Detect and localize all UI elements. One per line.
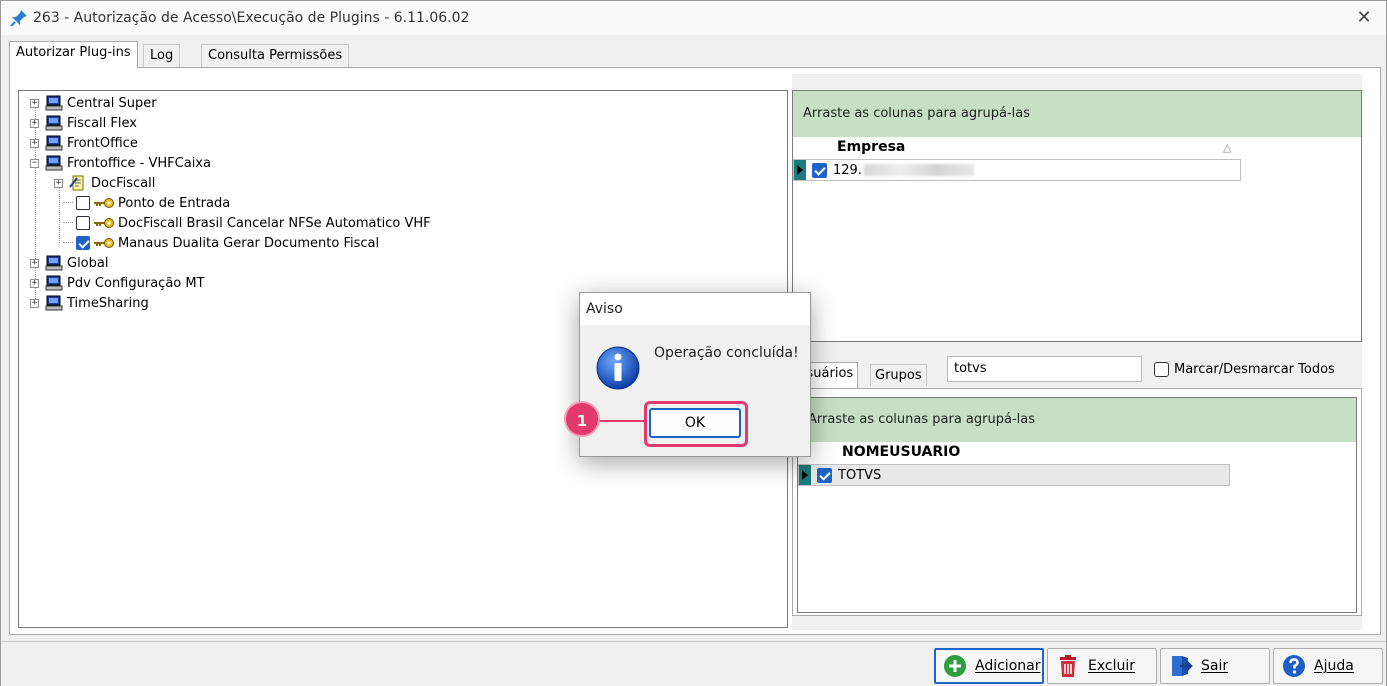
toggle-all-label: Marcar/Desmarcar Todos bbox=[1174, 362, 1335, 377]
trash-icon bbox=[1060, 655, 1076, 677]
tree-item-frontoffice-vhfcaixa[interactable]: − Frontoffice - VHFCaixa bbox=[30, 153, 211, 173]
tree-item-label: Central Super bbox=[67, 95, 157, 111]
empresa-grid: Arraste as colunas para agrupá-las Empre… bbox=[792, 90, 1362, 342]
group-by-hint[interactable]: Arraste as colunas para agrupá-las bbox=[793, 91, 1361, 137]
help-button-label: Ajuda bbox=[1314, 658, 1354, 674]
dialog-message: Operação concluída! bbox=[654, 345, 799, 361]
action-bar: Adicionar Excluir Sair Ajuda bbox=[1, 641, 1386, 686]
tree-item-fiscall-flex[interactable]: + Fiscall Flex bbox=[30, 113, 137, 133]
tree-item-label: Global bbox=[67, 255, 109, 271]
exit-door-icon bbox=[1172, 656, 1193, 676]
row-checkbox[interactable] bbox=[817, 467, 832, 483]
expand-icon[interactable]: + bbox=[30, 278, 39, 288]
tree-guide bbox=[63, 222, 73, 223]
computer-icon bbox=[45, 115, 63, 131]
group-by-hint[interactable]: Arraste as colunas para agrupá-las bbox=[798, 398, 1356, 442]
computer-icon bbox=[45, 255, 63, 271]
sort-icon[interactable]: △ bbox=[1223, 141, 1231, 154]
tree-item-pdv-configuracao[interactable]: + Pdv Configuração MT bbox=[30, 273, 205, 293]
expand-icon[interactable]: + bbox=[30, 118, 39, 128]
document-icon bbox=[69, 175, 84, 191]
delete-button-label: Excluir bbox=[1088, 658, 1135, 674]
tree-item-label: Pdv Configuração MT bbox=[67, 275, 205, 291]
tree-item-label: DocFiscall bbox=[91, 175, 156, 191]
tab-log[interactable]: Log bbox=[143, 44, 181, 67]
dialog-title: Aviso bbox=[580, 293, 810, 325]
tab-consulta-permissoes[interactable]: Consulta Permissões bbox=[201, 44, 350, 67]
expand-icon[interactable]: + bbox=[54, 178, 63, 188]
toggle-all-checkbox[interactable]: Marcar/Desmarcar Todos bbox=[1154, 362, 1335, 377]
empresa-value: 129. bbox=[833, 162, 862, 178]
computer-icon bbox=[45, 95, 63, 111]
app-window: 263 - Autorização de Acesso\Execução de … bbox=[0, 0, 1387, 686]
computer-icon bbox=[45, 135, 63, 151]
plus-circle-icon bbox=[944, 655, 966, 677]
collapse-icon[interactable]: − bbox=[30, 158, 39, 168]
computer-icon bbox=[45, 275, 63, 291]
plugin-checkbox[interactable] bbox=[76, 196, 90, 210]
help-icon bbox=[1283, 655, 1305, 677]
tree-item-docfiscall-cancelar-nfse[interactable]: DocFiscall Brasil Cancelar NFSe Automati… bbox=[76, 213, 431, 233]
row-checkbox[interactable] bbox=[812, 162, 827, 178]
table-row[interactable]: TOTVS bbox=[798, 464, 1230, 486]
exit-button[interactable]: Sair bbox=[1160, 648, 1270, 684]
table-row[interactable]: 129. bbox=[793, 159, 1241, 181]
row-indicator-icon bbox=[794, 160, 806, 180]
add-button-label: Adicionar bbox=[975, 658, 1041, 674]
pin-icon bbox=[10, 10, 27, 27]
step-badge: 1 bbox=[564, 401, 600, 437]
column-header-nomeusuario[interactable]: NOMEUSUARIO bbox=[842, 444, 960, 460]
tree-item-global[interactable]: + Global bbox=[30, 253, 108, 273]
tree-guide bbox=[63, 202, 73, 203]
window-title: 263 - Autorização de Acesso\Execução de … bbox=[33, 10, 470, 26]
help-button[interactable]: Ajuda bbox=[1273, 648, 1383, 684]
tree-item-label: TimeSharing bbox=[67, 295, 149, 311]
expand-icon[interactable]: + bbox=[30, 298, 39, 308]
expand-icon[interactable]: + bbox=[30, 98, 39, 108]
tab-grupos[interactable]: Grupos bbox=[870, 364, 927, 386]
add-button[interactable]: Adicionar bbox=[934, 648, 1044, 684]
row-indicator-icon bbox=[799, 465, 811, 485]
users-panel: Arraste as colunas para agrupá-las NOMEU… bbox=[792, 388, 1362, 616]
tree-item-label: DocFiscall Brasil Cancelar NFSe Automati… bbox=[118, 215, 431, 231]
tree-item-label: Frontoffice - VHFCaixa bbox=[67, 155, 211, 171]
checkbox-icon[interactable] bbox=[1154, 362, 1169, 377]
key-icon bbox=[94, 218, 114, 228]
user-name-value: TOTVS bbox=[838, 467, 882, 483]
users-grid: Arraste as colunas para agrupá-las NOMEU… bbox=[797, 397, 1357, 613]
plugin-checkbox[interactable] bbox=[76, 216, 90, 230]
computer-icon bbox=[45, 295, 63, 311]
tree-item-label: FrontOffice bbox=[67, 135, 138, 151]
expand-icon[interactable]: + bbox=[30, 138, 39, 148]
computer-icon bbox=[45, 155, 63, 171]
expand-icon[interactable]: + bbox=[30, 258, 39, 268]
tree-item-ponto-de-entrada[interactable]: Ponto de Entrada bbox=[76, 193, 230, 213]
tree-item-frontoffice[interactable]: + FrontOffice bbox=[30, 133, 138, 153]
tree-item-timesharing[interactable]: + TimeSharing bbox=[30, 293, 149, 313]
user-search-input[interactable]: totvs bbox=[947, 356, 1142, 382]
delete-button[interactable]: Excluir bbox=[1047, 648, 1157, 684]
tree-item-label: Fiscall Flex bbox=[67, 115, 137, 131]
tree-item-docfiscall[interactable]: + DocFiscall bbox=[54, 173, 155, 193]
redacted-text bbox=[863, 164, 974, 176]
close-icon[interactable]: ✕ bbox=[1351, 5, 1377, 31]
plugin-checkbox[interactable] bbox=[76, 236, 90, 250]
key-icon bbox=[94, 198, 114, 208]
tree-item-label: Manaus Dualita Gerar Documento Fiscal bbox=[118, 235, 380, 251]
annotation-connector bbox=[599, 420, 645, 422]
exit-button-label: Sair bbox=[1201, 658, 1229, 674]
title-bar: 263 - Autorização de Acesso\Execução de … bbox=[1, 1, 1386, 35]
annotation-highlight bbox=[644, 401, 748, 447]
info-icon bbox=[596, 346, 640, 390]
tree-item-central-super[interactable]: + Central Super bbox=[30, 93, 157, 113]
tree-guide bbox=[63, 242, 73, 243]
key-icon bbox=[94, 238, 114, 248]
column-header-empresa[interactable]: Empresa bbox=[837, 139, 905, 155]
tab-autorizar-plugins[interactable]: Autorizar Plug-ins bbox=[9, 41, 138, 68]
right-panel: Arraste as colunas para agrupá-las Empre… bbox=[792, 74, 1362, 630]
tree-item-manaus-dualita[interactable]: Manaus Dualita Gerar Documento Fiscal bbox=[76, 233, 379, 253]
tree-item-label: Ponto de Entrada bbox=[118, 195, 231, 211]
